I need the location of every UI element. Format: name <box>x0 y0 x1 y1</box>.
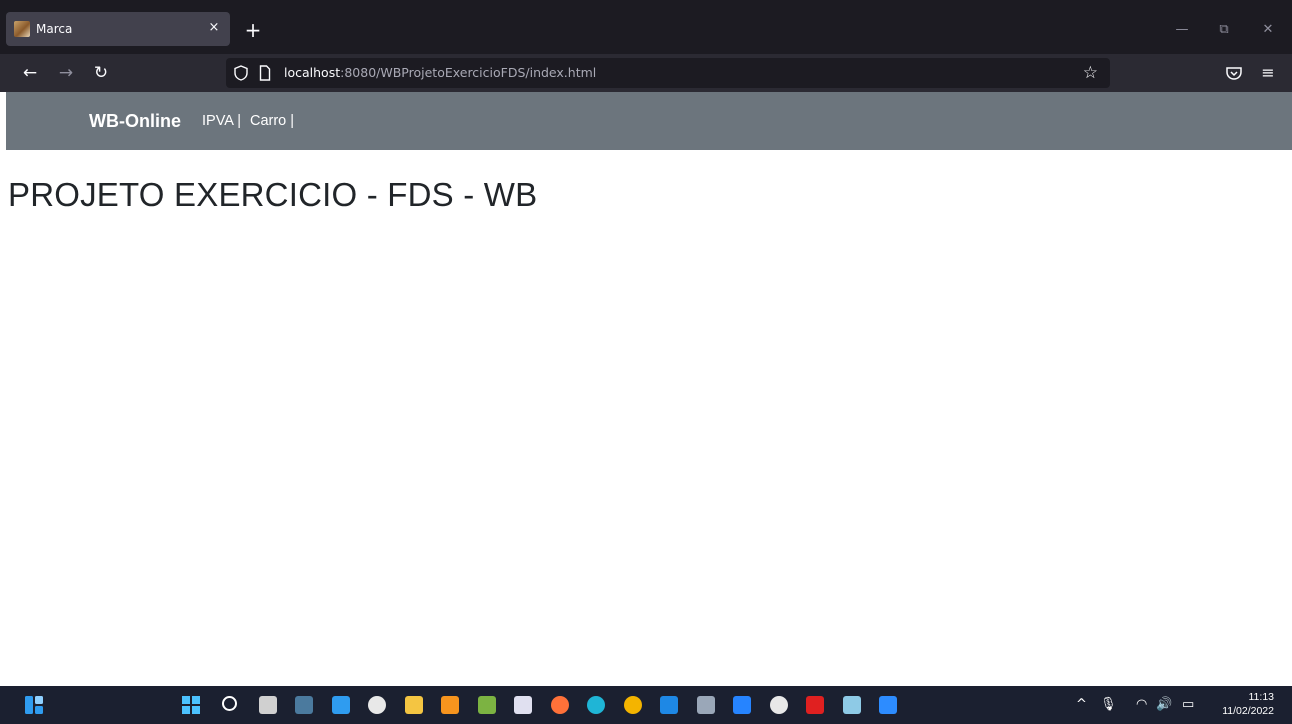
forward-button[interactable]: → <box>54 62 78 84</box>
url-host: localhost <box>284 65 341 80</box>
sourcetree-icon[interactable] <box>733 696 751 714</box>
microphone-icon[interactable]: 🎙 <box>1100 696 1117 714</box>
url-path: :8080/WBProjetoExercicioFDS/index.html <box>340 65 597 80</box>
notepad-plus-icon[interactable] <box>478 696 496 714</box>
github-icon[interactable] <box>770 696 788 714</box>
tab-strip: Marca × + — ⧉ ✕ <box>0 0 1292 54</box>
site-brand-link[interactable]: WB-Online <box>89 111 181 132</box>
task-view-icon[interactable] <box>259 696 277 714</box>
mail-icon[interactable] <box>660 696 678 714</box>
start-button[interactable] <box>182 696 200 714</box>
widgets-icon[interactable] <box>24 695 44 715</box>
nav-link-ipva[interactable]: IPVA | <box>202 113 241 129</box>
close-window-button[interactable]: ✕ <box>1258 20 1278 40</box>
tab-title: Marca <box>36 22 73 36</box>
clock-date: 11/02/2022 <box>1222 705 1274 717</box>
firefox-icon[interactable] <box>551 696 569 714</box>
clock-time: 11:13 <box>1248 691 1275 703</box>
site-navbar: WB-Online IPVA | Carro | <box>6 92 1292 150</box>
site-favicon-icon <box>14 21 30 37</box>
settings-icon[interactable] <box>697 696 715 714</box>
tracking-protection-icon[interactable] <box>234 65 248 81</box>
file-explorer-icon[interactable] <box>405 696 423 714</box>
github-desktop-icon[interactable] <box>368 696 386 714</box>
close-tab-icon[interactable]: × <box>206 20 222 36</box>
pocket-icon[interactable] <box>1224 62 1244 84</box>
back-button[interactable]: ← <box>18 62 42 84</box>
taskbar: ^ 🎙 ◠ 🔊 ▭ 11:13 11/02/2022 <box>0 686 1292 724</box>
bookmark-star-icon[interactable]: ☆ <box>1083 62 1098 84</box>
eclipse-icon[interactable] <box>441 696 459 714</box>
vscode-icon[interactable] <box>332 696 350 714</box>
snipping-tool-icon[interactable] <box>514 696 532 714</box>
reload-button[interactable]: ↻ <box>89 62 113 84</box>
url-text: localhost:8080/WBProjetoExercicioFDS/ind… <box>284 65 596 81</box>
web-page: WB-Online IPVA | Carro | PROJETO EXERCIC… <box>0 92 1292 686</box>
minimize-button[interactable]: — <box>1172 20 1192 40</box>
zoom-icon[interactable] <box>879 696 897 714</box>
battery-icon[interactable]: ▭ <box>1182 696 1194 714</box>
system-clock[interactable]: 11:13 11/02/2022 <box>1222 690 1274 718</box>
app-menu-button[interactable]: ≡ <box>1258 62 1278 84</box>
mysql-workbench-icon[interactable] <box>295 696 313 714</box>
acrobat-icon[interactable] <box>806 696 824 714</box>
chrome-icon[interactable] <box>624 696 642 714</box>
page-title: PROJETO EXERCICIO - FDS - WB <box>8 176 538 213</box>
nav-link-carro[interactable]: Carro | <box>250 113 294 129</box>
tab-active[interactable]: Marca × <box>6 12 230 46</box>
navigation-toolbar: ← → ↻ localhost:8080/WBProjetoExercicioF… <box>0 54 1292 92</box>
volume-icon[interactable]: 🔊 <box>1156 696 1172 714</box>
tray-overflow-icon[interactable]: ^ <box>1076 696 1087 714</box>
browser-window: Marca × + — ⧉ ✕ ← → ↻ localhost:8080/WBP… <box>0 0 1292 724</box>
edge-icon[interactable] <box>587 696 605 714</box>
notepad-icon[interactable] <box>843 696 861 714</box>
search-icon[interactable] <box>222 696 237 711</box>
page-info-icon[interactable] <box>259 65 271 81</box>
new-tab-button[interactable]: + <box>242 19 264 41</box>
url-bar[interactable]: localhost:8080/WBProjetoExercicioFDS/ind… <box>226 58 1110 88</box>
restore-button[interactable]: ⧉ <box>1214 20 1234 40</box>
wifi-icon[interactable]: ◠ <box>1136 696 1147 714</box>
